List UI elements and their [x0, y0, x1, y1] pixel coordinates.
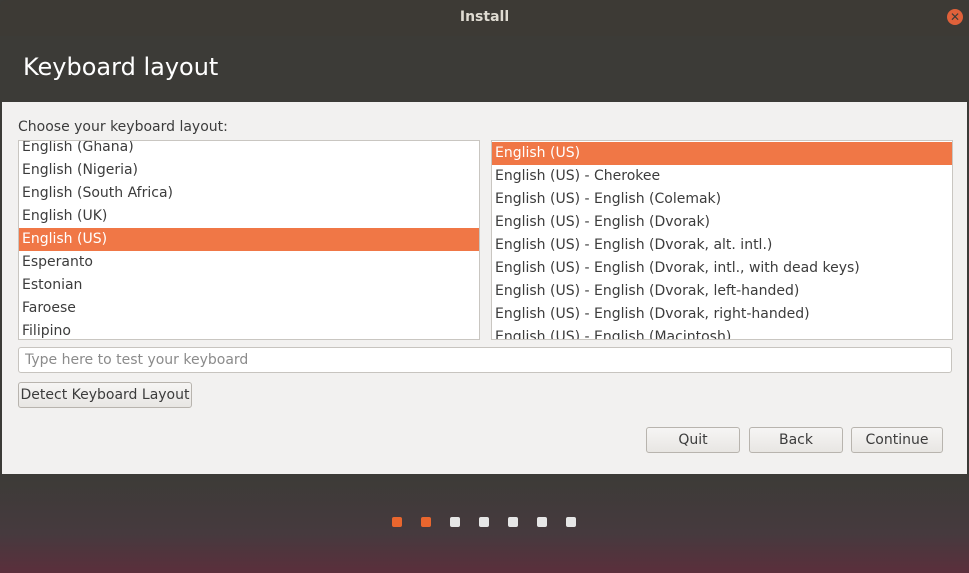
window-title: Install	[459, 9, 510, 25]
progress-dot	[508, 517, 518, 527]
page-header: Keyboard layout	[2, 36, 967, 102]
installer-window: Install ✕ Keyboard layout Choose your ke…	[0, 0, 969, 573]
progress-indicator	[392, 517, 595, 527]
layout-list-item[interactable]: English (Ghana)	[19, 141, 479, 159]
layout-list-item[interactable]: English (UK)	[19, 205, 479, 228]
continue-button[interactable]: Continue	[851, 427, 943, 453]
progress-dot	[392, 517, 402, 527]
keyboard-layout-list-items: English (Ghana) English (Nigeria) English …	[19, 141, 479, 339]
close-icon[interactable]: ✕	[947, 9, 963, 25]
variant-list-item[interactable]: English (US) - English (Macintosh)	[492, 326, 952, 339]
layout-list-item[interactable]: Filipino	[19, 320, 479, 339]
variant-list-item[interactable]: English (US) - English (Dvorak, intl., w…	[492, 257, 952, 280]
layout-list-item[interactable]: Esperanto	[19, 251, 479, 274]
progress-dot	[421, 517, 431, 527]
progress-dot	[450, 517, 460, 527]
layout-list-item[interactable]: English (South Africa)	[19, 182, 479, 205]
detect-keyboard-layout-button[interactable]: Detect Keyboard Layout	[18, 382, 192, 408]
variant-list-item[interactable]: English (US) - English (Colemak)	[492, 188, 952, 211]
variant-list-item[interactable]: English (US) - English (Dvorak)	[492, 211, 952, 234]
layout-list-item[interactable]: English (US)	[19, 228, 479, 251]
progress-dot	[479, 517, 489, 527]
variant-list-item[interactable]: English (US) - English (Dvorak, left-han…	[492, 280, 952, 303]
progress-dot	[566, 517, 576, 527]
back-button[interactable]: Back	[749, 427, 843, 453]
title-bar[interactable]: Install ✕	[0, 0, 969, 36]
keyboard-variant-list-items: English (US) English (US) - Cherokee Engli…	[492, 142, 952, 339]
variant-list-item[interactable]: English (US) - Cherokee	[492, 165, 952, 188]
progress-dot	[537, 517, 547, 527]
content-area: Choose your keyboard layout: English (Gh…	[2, 102, 967, 474]
keyboard-layout-list[interactable]: English (Ghana) English (Nigeria) English …	[18, 140, 480, 340]
quit-button[interactable]: Quit	[646, 427, 740, 453]
keyboard-test-input[interactable]	[18, 347, 952, 373]
variant-list-item[interactable]: English (US) - English (Dvorak, right-ha…	[492, 303, 952, 326]
choose-layout-label: Choose your keyboard layout:	[18, 119, 228, 135]
keyboard-variant-list[interactable]: English (US) English (US) - Cherokee Engli…	[491, 140, 953, 340]
variant-list-item[interactable]: English (US)	[492, 142, 952, 165]
layout-list-item[interactable]: English (Nigeria)	[19, 159, 479, 182]
variant-list-item[interactable]: English (US) - English (Dvorak, alt. int…	[492, 234, 952, 257]
layout-list-item[interactable]: Faroese	[19, 297, 479, 320]
page-title: Keyboard layout	[23, 53, 219, 81]
footer	[0, 474, 969, 573]
layout-list-item[interactable]: Estonian	[19, 274, 479, 297]
